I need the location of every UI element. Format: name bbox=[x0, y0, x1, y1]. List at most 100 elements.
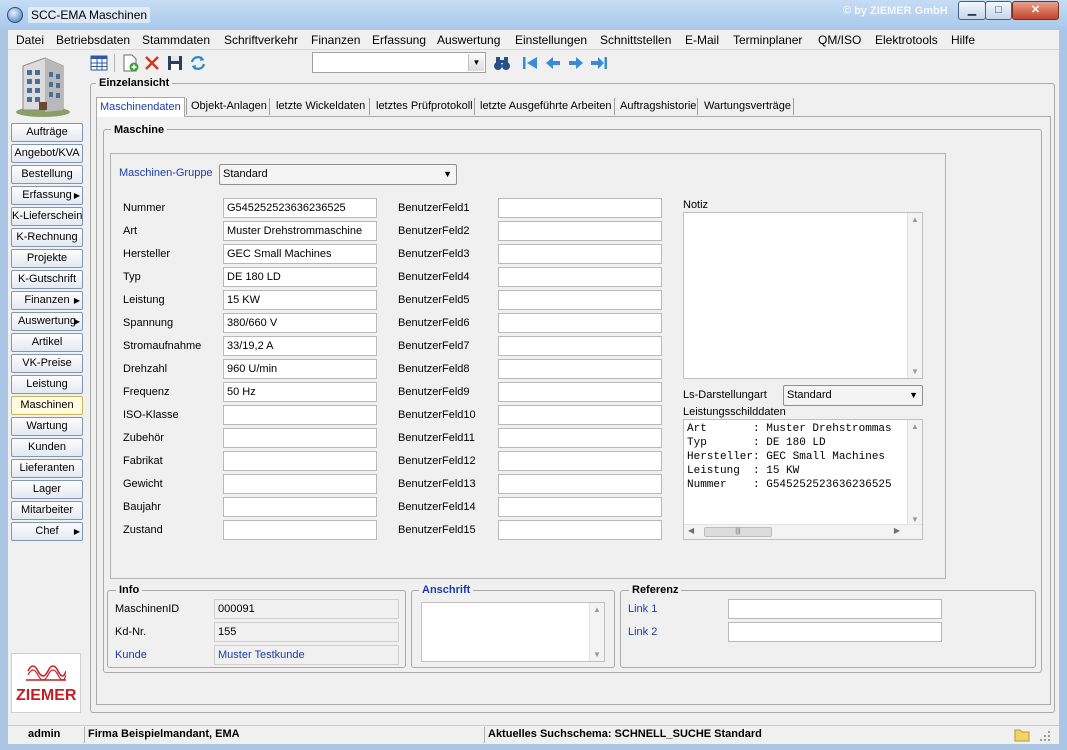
benutzerfeld7-field[interactable] bbox=[498, 336, 662, 356]
fabrikat-field[interactable] bbox=[223, 451, 377, 471]
spannung-field[interactable]: 380/660 V bbox=[223, 313, 377, 333]
delete-icon[interactable] bbox=[143, 54, 161, 72]
zustand-field[interactable] bbox=[223, 520, 377, 540]
nav-kunden[interactable]: Kunden bbox=[11, 438, 83, 457]
scroll-right-icon[interactable]: ▶ bbox=[894, 526, 900, 535]
gewicht-field[interactable] bbox=[223, 474, 377, 494]
nav-artikel[interactable]: Artikel bbox=[11, 333, 83, 352]
menu-qm-iso[interactable]: QM/ISO bbox=[818, 33, 861, 47]
benutzerfeld8-field[interactable] bbox=[498, 359, 662, 379]
scroll-left-icon[interactable]: ◀ bbox=[688, 526, 694, 535]
scroll-up-icon[interactable]: ▲ bbox=[593, 605, 601, 614]
tab-letzte-wickeldaten[interactable]: letzte Wickeldaten bbox=[273, 97, 368, 117]
menu-datei[interactable]: Datei bbox=[16, 33, 44, 47]
link2-field[interactable] bbox=[728, 622, 942, 642]
zubehoer-field[interactable] bbox=[223, 428, 377, 448]
notiz-textarea[interactable]: ▲ ▼ bbox=[683, 212, 923, 379]
nummer-field[interactable]: G545252523636236525 bbox=[223, 198, 377, 218]
last-record-icon[interactable] bbox=[590, 54, 608, 72]
resize-grip-icon[interactable] bbox=[1038, 729, 1052, 743]
benutzerfeld12-field[interactable] bbox=[498, 451, 662, 471]
nav-mitarbeiter[interactable]: Mitarbeiter bbox=[11, 501, 83, 520]
menu-email[interactable]: E-Mail bbox=[685, 33, 719, 47]
nav-k-lieferschein[interactable]: K-Lieferschein bbox=[11, 207, 83, 226]
leistung-field[interactable]: 15 KW bbox=[223, 290, 377, 310]
typ-field[interactable]: DE 180 LD bbox=[223, 267, 377, 287]
leistung-hscrollbar[interactable]: ◀ ||| ▶ bbox=[684, 524, 922, 539]
hersteller-field[interactable]: GEC Small Machines bbox=[223, 244, 377, 264]
nav-leistung[interactable]: Leistung bbox=[11, 375, 83, 394]
menu-stammdaten[interactable]: Stammdaten bbox=[142, 33, 210, 47]
scroll-down-icon[interactable]: ▼ bbox=[911, 515, 919, 524]
search-combo[interactable]: ▼ bbox=[312, 52, 486, 73]
benutzerfeld1-field[interactable] bbox=[498, 198, 662, 218]
nav-wartung[interactable]: Wartung bbox=[11, 417, 83, 436]
nav-auswertung[interactable]: Auswertung ▶ bbox=[11, 312, 83, 331]
benutzerfeld4-field[interactable] bbox=[498, 267, 662, 287]
menu-elektrotools[interactable]: Elektrotools bbox=[875, 33, 938, 47]
menu-schnittstellen[interactable]: Schnittstellen bbox=[600, 33, 671, 47]
benutzerfeld6-field[interactable] bbox=[498, 313, 662, 333]
maschinen-gruppe-select[interactable]: Standard ▼ bbox=[219, 164, 457, 185]
save-icon[interactable] bbox=[166, 54, 184, 72]
nav-bestellung[interactable]: Bestellung bbox=[11, 165, 83, 184]
new-document-icon[interactable] bbox=[121, 54, 139, 72]
stromaufnahme-field[interactable]: 33/19,2 A bbox=[223, 336, 377, 356]
frequenz-field[interactable]: 50 Hz bbox=[223, 382, 377, 402]
nav-lieferanten[interactable]: Lieferanten bbox=[11, 459, 83, 478]
benutzerfeld13-field[interactable] bbox=[498, 474, 662, 494]
chevron-down-icon[interactable]: ▼ bbox=[468, 54, 484, 71]
tab-objekt-anlagen[interactable]: Objekt-Anlagen bbox=[188, 97, 270, 117]
nav-projekte[interactable]: Projekte bbox=[11, 249, 83, 268]
menu-einstellungen[interactable]: Einstellungen bbox=[515, 33, 587, 47]
menu-schriftverkehr[interactable]: Schriftverkehr bbox=[224, 33, 298, 47]
tab-wartungsvertraege[interactable]: Wartungsverträge bbox=[701, 97, 794, 117]
tab-maschinendaten[interactable]: Maschinendaten bbox=[96, 97, 185, 117]
baujahr-field[interactable] bbox=[223, 497, 377, 517]
nav-erfassung[interactable]: Erfassung ▶ bbox=[11, 186, 83, 205]
refresh-icon[interactable] bbox=[189, 54, 207, 72]
anschrift-scrollbar[interactable]: ▲ ▼ bbox=[589, 603, 604, 661]
anschrift-legend[interactable]: Anschrift bbox=[419, 584, 474, 596]
nav-k-rechnung[interactable]: K-Rechnung bbox=[11, 228, 83, 247]
menu-auswertung[interactable]: Auswertung bbox=[437, 33, 500, 47]
nav-angebot-kva[interactable]: Angebot/KVA bbox=[11, 144, 83, 163]
scroll-thumb[interactable]: ||| bbox=[704, 527, 772, 537]
binoculars-icon[interactable] bbox=[493, 54, 511, 72]
tab-letzte-ausgefuehrte-arbeiten[interactable]: letzte Ausgeführte Arbeiten bbox=[477, 97, 614, 117]
benutzerfeld14-field[interactable] bbox=[498, 497, 662, 517]
next-record-icon[interactable] bbox=[567, 54, 585, 72]
minimize-button[interactable]: ▁ bbox=[958, 1, 986, 20]
folder-icon[interactable] bbox=[1014, 728, 1030, 742]
close-button[interactable]: ✕ bbox=[1012, 1, 1059, 20]
nav-auftraege[interactable]: Aufträge bbox=[11, 123, 83, 142]
benutzerfeld3-field[interactable] bbox=[498, 244, 662, 264]
link2-label[interactable]: Link 2 bbox=[628, 626, 657, 638]
nav-lager[interactable]: Lager bbox=[11, 480, 83, 499]
tab-letztes-pruefprotokoll[interactable]: letztes Prüfprotokoll bbox=[373, 97, 476, 117]
tab-auftragshistorie[interactable]: Auftragshistorie bbox=[617, 97, 699, 117]
art-field[interactable]: Muster Drehstrommaschine bbox=[223, 221, 377, 241]
menu-erfassung[interactable]: Erfassung bbox=[372, 33, 426, 47]
first-record-icon[interactable] bbox=[521, 54, 539, 72]
link1-label[interactable]: Link 1 bbox=[628, 603, 657, 615]
benutzerfeld15-field[interactable] bbox=[498, 520, 662, 540]
maximize-button[interactable]: □ bbox=[985, 1, 1012, 20]
previous-record-icon[interactable] bbox=[544, 54, 562, 72]
nav-maschinen[interactable]: Maschinen bbox=[11, 396, 83, 415]
scroll-down-icon[interactable]: ▼ bbox=[593, 650, 601, 659]
leistung-vscrollbar[interactable]: ▲ ▼ bbox=[907, 420, 922, 526]
nav-vk-preise[interactable]: VK-Preise bbox=[11, 354, 83, 373]
benutzerfeld10-field[interactable] bbox=[498, 405, 662, 425]
menu-terminplaner[interactable]: Terminplaner bbox=[733, 33, 802, 47]
ls-darstellungart-select[interactable]: Standard ▼ bbox=[783, 385, 923, 406]
scroll-up-icon[interactable]: ▲ bbox=[911, 215, 919, 224]
kunde-link[interactable]: Kunde bbox=[115, 649, 147, 661]
nav-chef[interactable]: Chef ▶ bbox=[11, 522, 83, 541]
drehzahl-field[interactable]: 960 U/min bbox=[223, 359, 377, 379]
benutzerfeld2-field[interactable] bbox=[498, 221, 662, 241]
scroll-up-icon[interactable]: ▲ bbox=[911, 422, 919, 431]
menu-finanzen[interactable]: Finanzen bbox=[311, 33, 360, 47]
nav-finanzen[interactable]: Finanzen ▶ bbox=[11, 291, 83, 310]
scroll-down-icon[interactable]: ▼ bbox=[911, 367, 919, 376]
